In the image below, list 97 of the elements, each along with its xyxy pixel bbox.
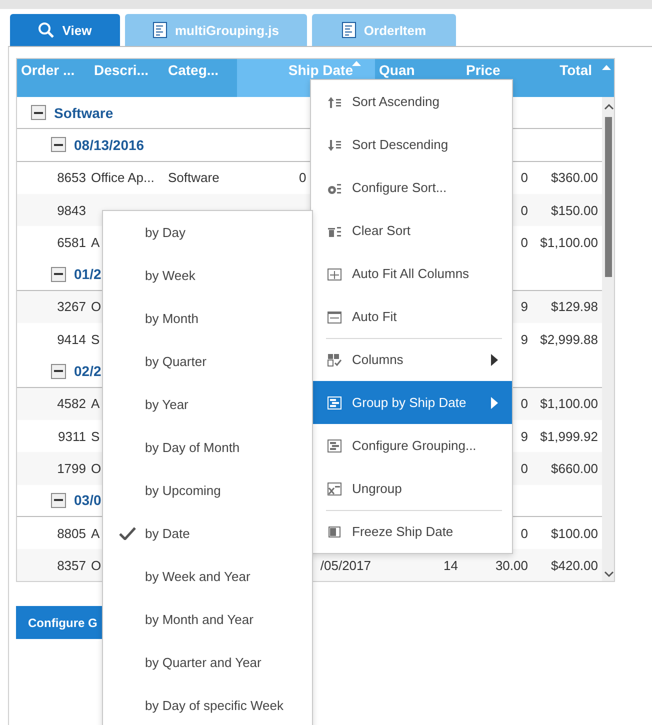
menu-item[interactable]: by Week — [103, 254, 312, 297]
table-cell: 9 — [520, 428, 528, 444]
group-header: 08/13/2016 — [74, 136, 144, 153]
table-cell: 9 — [520, 299, 528, 314]
table-cell: O — [91, 299, 102, 314]
group-header: 03/0 — [74, 492, 102, 508]
menu-item[interactable]: by Quarter and Year — [103, 641, 312, 684]
table-cell: 0 — [520, 202, 528, 218]
table-cell: 8653 — [57, 170, 86, 186]
freeze-icon — [327, 524, 342, 538]
menu-item[interactable]: by Week and Year — [103, 555, 312, 598]
table-cell: 4582 — [57, 396, 86, 412]
menu-item[interactable]: Configure Grouping... — [311, 424, 512, 467]
table-cell: 14 — [444, 558, 458, 573]
scroll-up-icon[interactable] — [604, 103, 614, 110]
collapse-icon[interactable] — [51, 137, 66, 152]
sort-descending-icon — [327, 138, 342, 152]
menu-item[interactable]: by Year — [103, 383, 312, 426]
table-cell: S — [91, 332, 100, 347]
auto-fit-icon — [327, 310, 342, 324]
configure-button[interactable]: Configure G — [16, 606, 103, 639]
table-cell: 6581 — [57, 234, 86, 250]
table-cell: 9311 — [58, 428, 86, 444]
table-cell: 0 — [520, 526, 528, 540]
group-header: 02/2 — [74, 363, 102, 380]
menu-item[interactable]: Auto Fit — [311, 295, 512, 338]
menu-item[interactable]: Columns — [311, 338, 512, 381]
checkmark-icon — [119, 527, 136, 540]
collapse-icon[interactable] — [51, 266, 66, 282]
scroll-down-icon[interactable] — [604, 571, 614, 578]
collapse-icon[interactable] — [51, 492, 66, 508]
table-cell: $360.00 — [551, 170, 598, 186]
group-header: Software — [54, 104, 114, 121]
table-cell: $150.00 — [551, 202, 598, 218]
table-cell: A — [91, 396, 100, 412]
table-cell: $1,100.00 — [540, 396, 598, 412]
menu-item[interactable]: by Upcoming — [103, 469, 312, 512]
table-cell: A — [91, 234, 100, 250]
table-cell: $1,999.92 — [540, 428, 598, 444]
table-cell: 3267 — [57, 299, 86, 314]
table-cell: O — [91, 558, 102, 573]
configure-grouping-icon — [327, 438, 342, 452]
menu-item[interactable]: by Month — [103, 297, 312, 340]
tab[interactable]: View — [10, 14, 120, 46]
menu-item[interactable]: by Day of specific Week — [103, 684, 312, 725]
menu-item[interactable]: Clear Sort — [311, 209, 512, 252]
table-cell: Software — [168, 170, 220, 186]
table-cell: 0 — [520, 396, 528, 412]
table-cell: Office Ap... — [91, 170, 154, 186]
table-cell: /05/2017 — [320, 558, 371, 573]
table-cell: 0 — [520, 170, 528, 186]
scrollbar[interactable] — [602, 97, 614, 581]
scroll-thumb[interactable] — [605, 117, 612, 277]
menu-item[interactable]: by Day of Month — [103, 426, 312, 469]
columns-icon — [327, 352, 342, 366]
table-cell: A — [91, 526, 100, 540]
menu-item[interactable]: Auto Fit All Columns — [311, 252, 512, 295]
table-cell: $420.00 — [551, 558, 598, 573]
menu-item[interactable]: Sort Descending — [311, 123, 512, 166]
table-cell: S — [91, 428, 100, 444]
document-icon — [153, 22, 167, 38]
search-icon — [38, 22, 54, 38]
table-cell: 8805 — [57, 526, 86, 540]
menu-item[interactable]: Freeze Ship Date — [311, 510, 512, 553]
table-cell: 0 — [299, 170, 306, 186]
ungroup-icon — [327, 482, 342, 496]
table-cell: 0 — [520, 460, 528, 476]
menu-item[interactable]: Group by Ship Date — [311, 381, 512, 424]
document-icon — [342, 22, 356, 38]
group-icon — [327, 396, 342, 410]
sort-ascending-icon — [327, 94, 342, 108]
group-header: 01/2 — [74, 266, 102, 282]
menu-item[interactable]: Configure Sort... — [311, 166, 512, 209]
menu-item[interactable]: by Date — [103, 512, 312, 555]
table-cell: $1,100.00 — [540, 234, 598, 250]
table-cell: O — [91, 460, 102, 476]
collapse-icon[interactable] — [51, 364, 66, 379]
auto-fit-all-icon — [327, 266, 342, 280]
column-menu-icon[interactable] — [602, 65, 611, 70]
collapse-icon[interactable] — [31, 105, 46, 120]
table-cell: 9 — [520, 332, 528, 347]
table-cell: $2,999.88 — [540, 332, 598, 347]
table-cell: 1799 — [57, 460, 86, 476]
menu-item[interactable]: Ungroup — [311, 467, 512, 510]
submenu-arrow-icon — [491, 354, 498, 366]
menu-item[interactable]: by Quarter — [103, 340, 312, 383]
table-cell: 30.00 — [495, 558, 528, 573]
table-cell: 9843 — [57, 202, 86, 218]
table-cell: 9414 — [57, 332, 86, 347]
table-cell: 0 — [520, 234, 528, 250]
table-cell: $100.00 — [551, 526, 598, 540]
menu-item[interactable]: by Month and Year — [103, 598, 312, 641]
table-cell: $660.00 — [551, 460, 598, 476]
table-cell: $129.98 — [551, 299, 598, 314]
submenu-arrow-icon — [491, 396, 498, 408]
table-cell: 8357 — [57, 558, 86, 573]
menu-item[interactable]: by Day — [103, 211, 312, 254]
